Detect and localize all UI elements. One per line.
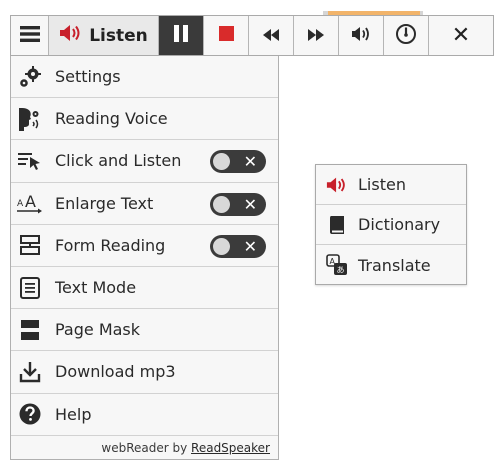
- popup-item-dictionary[interactable]: Dictionary: [316, 205, 466, 245]
- form-reading-toggle[interactable]: ✕: [210, 234, 266, 258]
- settings-menu: Settings Reading Voice Click and Listen …: [10, 56, 279, 460]
- menu-item-label: Form Reading: [55, 235, 166, 255]
- menu-item-text-mode[interactable]: Text Mode: [11, 267, 278, 310]
- menu-item-click-and-listen[interactable]: Click and Listen ✕: [11, 140, 278, 183]
- svg-text:A: A: [25, 192, 36, 211]
- toggle-off-icon: ✕: [243, 236, 257, 256]
- menu-item-enlarge-text[interactable]: AA Enlarge Text ✕: [11, 183, 278, 225]
- enlarge-text-toggle[interactable]: ✕: [210, 192, 266, 216]
- popup-item-translate[interactable]: Aあ Translate: [316, 245, 466, 285]
- menu-item-label: Help: [55, 404, 92, 424]
- enlarge-text-icon: AA: [17, 190, 43, 216]
- menu-item-label: Settings: [55, 67, 121, 87]
- pause-icon: [174, 25, 188, 46]
- menu-item-label: Click and Listen: [55, 151, 182, 171]
- volume-button[interactable]: [339, 16, 384, 55]
- menu-item-download-mp3[interactable]: Download mp3: [11, 351, 278, 394]
- translate-icon: Aあ: [326, 254, 348, 276]
- rewind-button[interactable]: [249, 16, 294, 55]
- hamburger-icon: [19, 25, 40, 46]
- context-popup: Listen Dictionary Aあ Translate: [315, 164, 467, 285]
- toggle-off-icon: ✕: [243, 194, 257, 214]
- toggle-knob: [213, 237, 230, 255]
- speaker-icon: [326, 174, 348, 196]
- menu-item-label: Text Mode: [55, 278, 137, 298]
- svg-text:A: A: [17, 199, 24, 209]
- menu-item-label: Enlarge Text: [55, 193, 154, 213]
- click-and-listen-toggle[interactable]: ✕: [210, 150, 266, 174]
- menu-button[interactable]: [11, 16, 49, 55]
- form-reading-icon: [17, 232, 43, 258]
- svg-text:あ: あ: [337, 266, 345, 275]
- menu-item-help[interactable]: Help: [11, 394, 278, 436]
- footer-prefix: webReader by: [101, 441, 192, 455]
- popup-item-label: Listen: [358, 175, 406, 194]
- popup-item-label: Translate: [358, 255, 431, 275]
- readspeaker-link[interactable]: ReadSpeaker: [191, 441, 270, 455]
- fast-forward-button[interactable]: [294, 16, 339, 55]
- download-icon: [17, 359, 43, 385]
- menu-item-label: Reading Voice: [55, 109, 168, 129]
- toggle-knob: [213, 153, 230, 171]
- help-icon: [17, 401, 43, 427]
- branding-footer: webReader by ReadSpeaker: [11, 437, 278, 459]
- volume-icon: [351, 26, 371, 46]
- stop-button[interactable]: [204, 16, 249, 55]
- toggle-knob: [213, 195, 230, 213]
- speaker-icon: [59, 24, 83, 47]
- close-button[interactable]: ✕: [429, 16, 493, 55]
- popup-item-listen[interactable]: Listen: [316, 165, 466, 205]
- stop-icon: [218, 26, 234, 45]
- menu-item-label: Page Mask: [55, 320, 141, 340]
- pause-button[interactable]: [159, 16, 204, 55]
- text-mode-icon: [17, 275, 43, 301]
- toggle-off-icon: ✕: [243, 152, 257, 172]
- menu-item-label: Download mp3: [55, 362, 176, 382]
- fast-forward-icon: [308, 26, 324, 45]
- click-listen-icon: [17, 148, 43, 174]
- speed-icon: [395, 23, 417, 49]
- rewind-icon: [263, 26, 279, 45]
- menu-item-settings[interactable]: Settings: [11, 56, 278, 99]
- player-toolbar: Listen ✕: [10, 15, 494, 56]
- menu-item-form-reading[interactable]: Form Reading ✕: [11, 225, 278, 267]
- listen-button[interactable]: Listen: [49, 16, 159, 55]
- listen-label: Listen: [89, 25, 148, 46]
- popup-item-label: Dictionary: [358, 215, 441, 234]
- page-mask-icon: [17, 317, 43, 343]
- reading-voice-icon: [17, 106, 43, 132]
- book-icon: [326, 214, 348, 236]
- menu-item-reading-voice[interactable]: Reading Voice: [11, 98, 278, 141]
- gears-icon: [17, 64, 43, 90]
- speed-button[interactable]: [384, 16, 429, 55]
- menu-item-page-mask[interactable]: Page Mask: [11, 309, 278, 352]
